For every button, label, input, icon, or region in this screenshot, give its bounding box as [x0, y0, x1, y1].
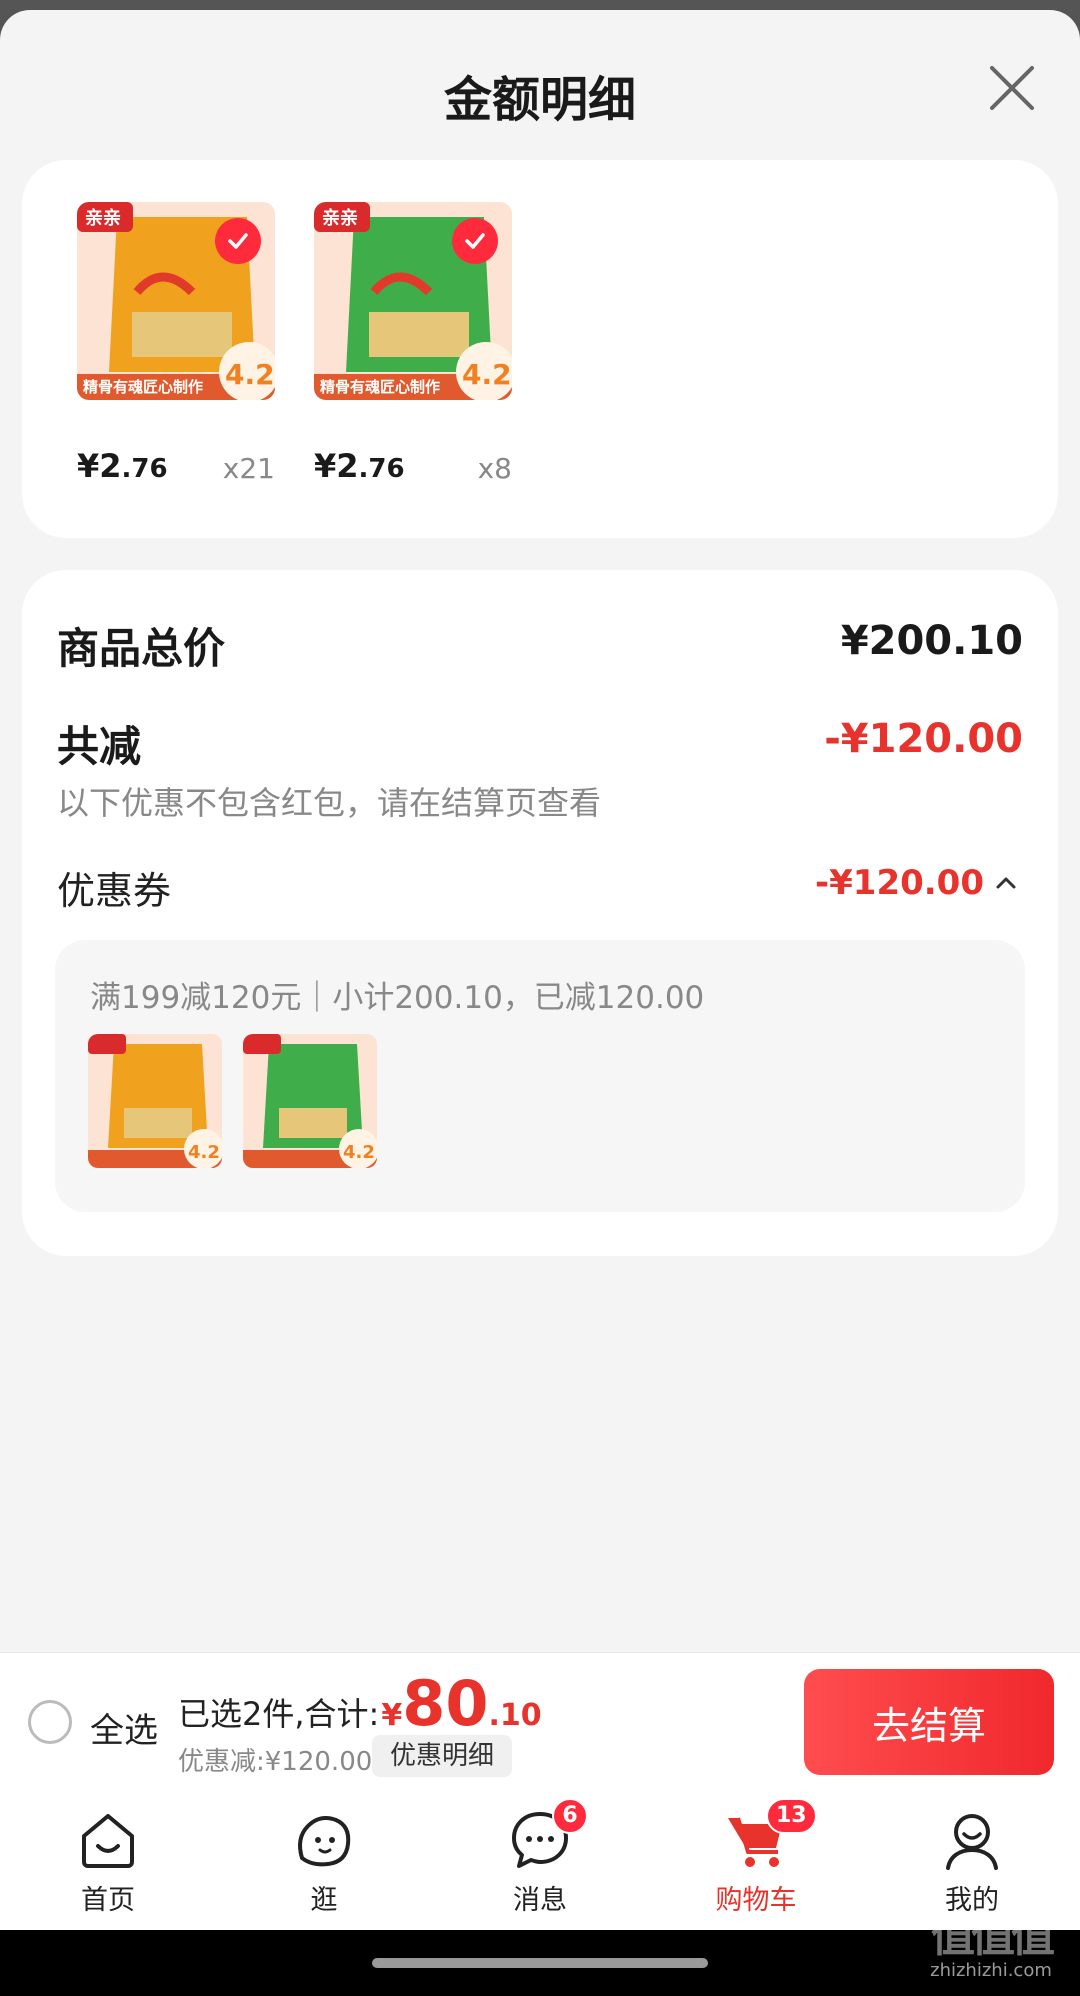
profile-icon: [940, 1808, 1004, 1872]
select-all-label[interactable]: 全选: [90, 1703, 158, 1752]
product-thumbnail: 亲亲 精骨有魂匠心制作 4.2: [314, 202, 512, 400]
selected-total: 已选2件,合计: ¥ 80 .10: [178, 1667, 542, 1740]
coupon-value: -¥120.00: [815, 863, 984, 903]
close-button[interactable]: [984, 60, 1040, 116]
tab-messages[interactable]: 6 消息: [432, 1790, 648, 1930]
total-price-label: 商品总价: [57, 624, 226, 673]
product-thumbnail: 亲亲 精骨有魂匠心制作 4.2: [77, 202, 275, 400]
svg-text:4.2: 4.2: [462, 358, 512, 391]
coupon-detail-box: 满199减120元｜小计200.10，已减120.00 4.2 4.2: [55, 940, 1025, 1212]
tab-label: 逛: [310, 1885, 338, 1916]
product-quantity: x21: [222, 452, 275, 485]
tab-home[interactable]: 首页: [0, 1790, 216, 1930]
total-price-value: ¥200.10: [840, 618, 1023, 664]
svg-text:精骨有魂匠心制作: 精骨有魂匠心制作: [320, 378, 440, 396]
total-integer: 80: [402, 1667, 489, 1740]
tab-label: 购物车: [715, 1885, 797, 1916]
watermark-logo: 值值值: [931, 1911, 1055, 1962]
svg-text:4.2: 4.2: [343, 1142, 375, 1163]
reduction-label: 共减: [57, 722, 142, 771]
selected-count-text: 已选2件,合计:: [178, 1695, 380, 1733]
close-icon: [990, 66, 1034, 110]
svg-text:4.2: 4.2: [225, 358, 275, 391]
checkout-bar: 全选 已选2件,合计: ¥ 80 .10 优惠减:¥120.00 优惠明细 去结…: [0, 1652, 1080, 1790]
svg-text:精骨有魂匠心制作: 精骨有魂匠心制作: [83, 378, 203, 396]
tab-label: 首页: [81, 1885, 135, 1916]
product-price: ¥2.76: [314, 447, 405, 485]
product-price: ¥2.76: [77, 447, 168, 485]
checkout-button[interactable]: 去结算: [804, 1669, 1054, 1775]
reduction-note: 以下优惠不包含红包，请在结算页查看: [57, 784, 602, 822]
reduction-value: -¥120.00: [824, 716, 1023, 762]
tab-cart[interactable]: 13 购物车: [648, 1790, 864, 1930]
watermark: 值值值 zhizhizhi.com: [916, 1900, 1066, 1981]
checked-icon[interactable]: [215, 218, 261, 264]
message-badge: 6: [552, 1798, 588, 1834]
cart-badge: 13: [766, 1798, 817, 1834]
svg-text:亲亲: 亲亲: [322, 207, 358, 229]
chevron-up-icon: [996, 877, 1016, 889]
coupon-product-thumbnail: 4.2: [88, 1034, 222, 1168]
svg-text:亲亲: 亲亲: [85, 207, 121, 229]
discount-detail-button[interactable]: 优惠明细: [372, 1735, 513, 1777]
tab-browse[interactable]: 逛: [216, 1790, 432, 1930]
watermark-site: zhizhizhi.com: [930, 1960, 1052, 1981]
browse-icon: [292, 1808, 356, 1872]
sheet-title: 金额明细: [443, 72, 636, 128]
selected-products-card: 亲亲 精骨有魂匠心制作 4.2 ¥2.76 x21 亲亲 精骨有魂匠心制作 4.…: [22, 160, 1058, 538]
amount-detail-sheet: 金额明细 亲亲 精骨有魂匠心制作 4.2 ¥2.76 x21 亲亲 精骨有魂匠心…: [0, 10, 1080, 1795]
price-summary-card: 商品总价 ¥200.10 共减 -¥120.00 以下优惠不包含红包，请在结算页…: [22, 570, 1058, 1256]
total-currency: ¥: [381, 1698, 403, 1733]
select-all-radio[interactable]: [28, 1700, 72, 1744]
product-quantity: x8: [477, 452, 512, 485]
home-indicator[interactable]: [372, 1958, 708, 1968]
home-icon: [76, 1808, 140, 1872]
checked-icon[interactable]: [452, 218, 498, 264]
coupon-description: 满199减120元｜小计200.10，已减120.00: [90, 980, 705, 1016]
tab-label: 消息: [513, 1885, 567, 1916]
coupon-product-thumbnail: 4.2: [243, 1034, 377, 1168]
coupon-toggle[interactable]: -¥120.00: [815, 863, 1018, 903]
total-fraction: .10: [488, 1698, 542, 1733]
discount-text: 优惠减:¥120.00: [178, 1747, 373, 1777]
coupon-label: 优惠券: [57, 869, 172, 913]
product-item[interactable]: 亲亲 精骨有魂匠心制作 4.2 ¥2.76 x21: [77, 202, 275, 485]
product-item[interactable]: 亲亲 精骨有魂匠心制作 4.2 ¥2.76 x8: [314, 202, 512, 485]
svg-text:4.2: 4.2: [188, 1142, 220, 1163]
